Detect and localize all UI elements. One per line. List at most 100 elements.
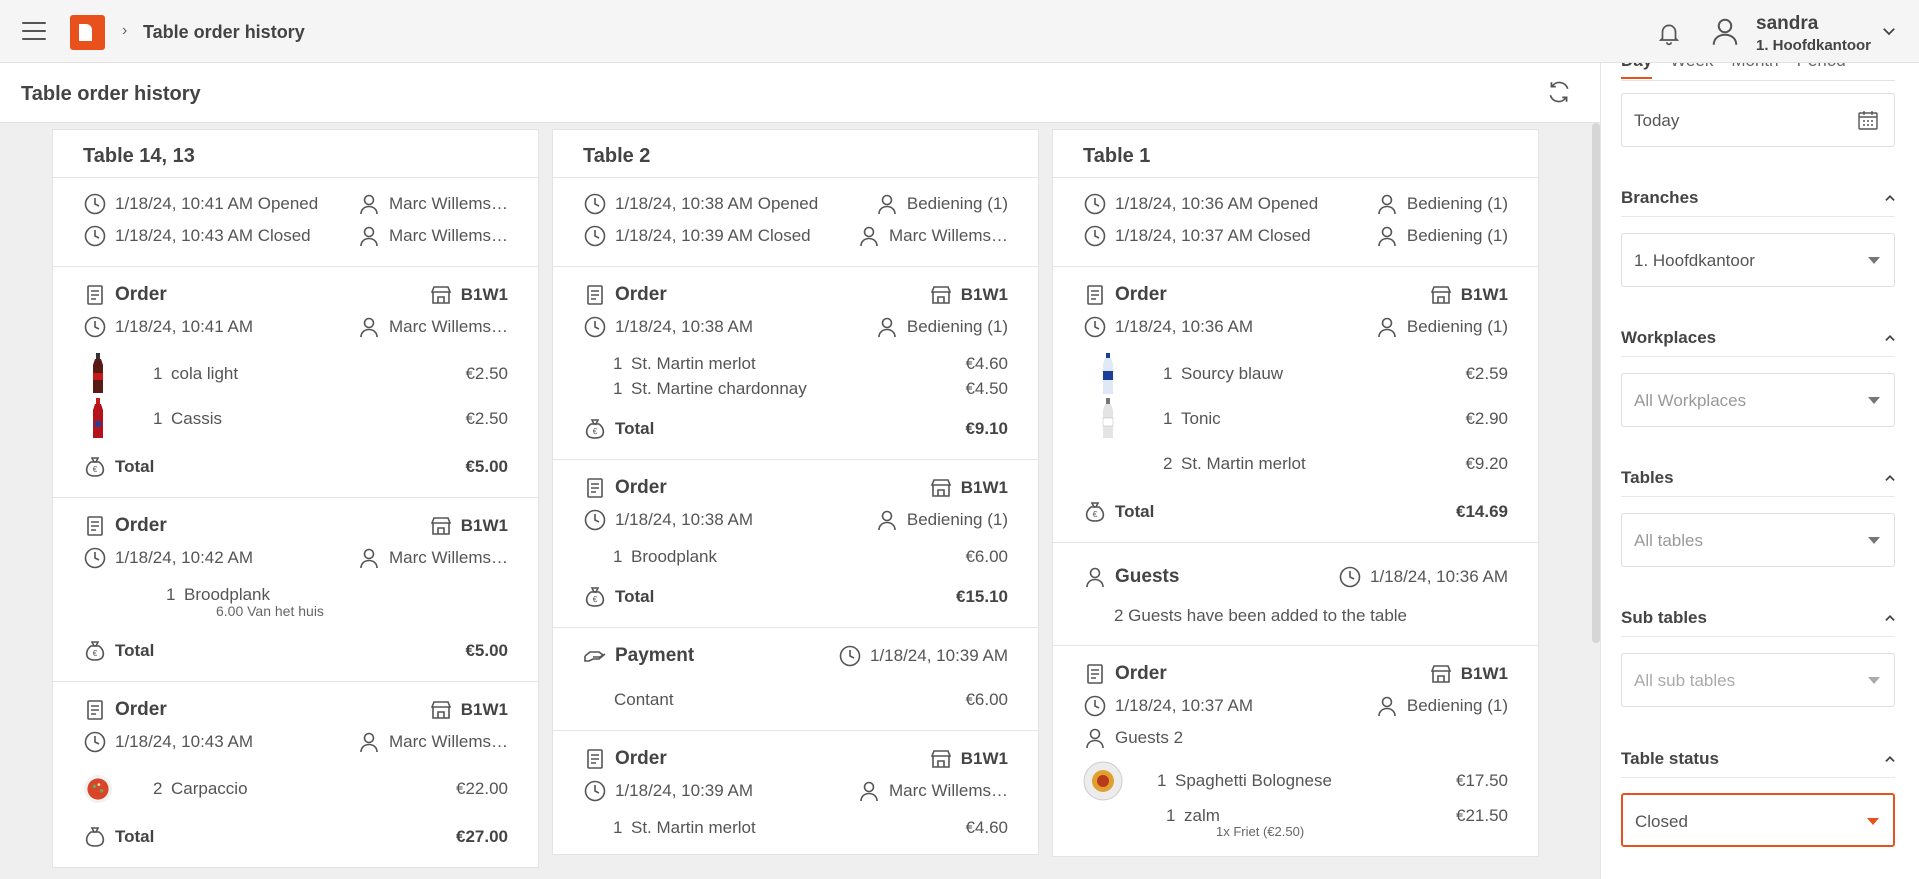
receipt-icon	[1083, 662, 1107, 686]
order-label: Order	[615, 477, 667, 498]
table-status-value: Closed	[1635, 812, 1688, 831]
opened-by: Bediening (1)	[906, 194, 1008, 213]
item-price: €4.60	[965, 817, 1008, 837]
bell-icon[interactable]	[1656, 20, 1682, 46]
caret-down-icon	[1868, 397, 1880, 404]
tables-select[interactable]: All tables	[1621, 513, 1895, 567]
money-bag-icon	[83, 825, 107, 849]
receipt-icon	[1083, 283, 1107, 307]
order-block[interactable]: Order B1W1 1/18/24, 10:38 AM Bediening (…	[553, 460, 1038, 628]
order-label: Order	[115, 284, 167, 305]
date-field[interactable]: Today	[1621, 93, 1895, 147]
chevron-up-icon[interactable]	[1883, 611, 1897, 625]
receipt-icon	[583, 283, 607, 307]
item-price: €9.20	[1465, 453, 1508, 473]
svg-text:€: €	[1093, 510, 1098, 519]
period-tabs: Day Week Month Period	[1621, 63, 1846, 79]
clock-icon	[583, 508, 607, 532]
user-icon	[857, 224, 881, 248]
scrollbar[interactable]	[1592, 123, 1600, 643]
item-price: €21.50	[1456, 805, 1508, 825]
caret-down-icon	[1868, 537, 1880, 544]
tab-month[interactable]: Month	[1731, 63, 1778, 79]
tab-week[interactable]: Week	[1670, 63, 1713, 79]
table-status-title: Table status	[1621, 749, 1719, 768]
chevron-up-icon[interactable]	[1883, 752, 1897, 766]
clock-icon	[838, 644, 862, 668]
branches-select[interactable]: 1. Hoofdkantoor	[1621, 233, 1895, 287]
item-qty: 1	[1163, 363, 1173, 383]
item-name: Spaghetti Bolognese	[1175, 770, 1332, 790]
order-item: 1 Spaghetti Bolognese €17.50	[1083, 758, 1508, 803]
order-block[interactable]: Order B1W1 1/18/24, 10:39 AM Marc Willem…	[553, 731, 1038, 854]
cola-bottle-icon	[83, 352, 113, 395]
closed-time: 1/18/24, 10:39 AM Closed	[615, 226, 811, 245]
chevron-up-icon[interactable]	[1883, 191, 1897, 205]
order-item: 2 Carpaccio €22.00	[83, 766, 508, 811]
closed-time: 1/18/24, 10:37 AM Closed	[1115, 226, 1311, 245]
user-icon	[357, 315, 381, 339]
clock-icon	[83, 192, 107, 216]
table-title: Table 14, 13	[53, 130, 538, 178]
calendar-icon[interactable]	[1856, 108, 1880, 132]
tab-period[interactable]: Period	[1797, 63, 1846, 79]
total-value: €14.69	[1456, 502, 1508, 521]
order-by: Bediening (1)	[1406, 696, 1508, 715]
order-block[interactable]: Order B1W1 1/18/24, 10:38 AM Bediening (…	[553, 267, 1038, 460]
table-status-select[interactable]: Closed	[1621, 793, 1895, 847]
opened-by: Marc Willems…	[389, 194, 508, 213]
breadcrumb-title[interactable]: Table order history	[143, 22, 305, 43]
guests-block[interactable]: Guests 1/18/24, 10:36 AM 2 Guests have b…	[1053, 543, 1538, 646]
item-qty: 1	[1166, 805, 1176, 825]
store-icon	[429, 514, 453, 538]
chevron-up-icon[interactable]	[1883, 331, 1897, 345]
guests-time: 1/18/24, 10:36 AM	[1370, 567, 1508, 586]
clock-icon	[83, 730, 107, 754]
order-by: Marc Willems…	[389, 317, 508, 336]
order-location: B1W1	[460, 516, 508, 535]
chevron-down-icon[interactable]	[1880, 22, 1898, 40]
user-name[interactable]: sandra	[1756, 13, 1818, 35]
order-block[interactable]: Order B1W1 1/18/24, 10:41 AM Marc Willem…	[53, 267, 538, 498]
order-block[interactable]: Order B1W1 1/18/24, 10:43 AM Marc Willem…	[53, 682, 538, 867]
divider	[1621, 356, 1895, 357]
order-item: 1 St. Martine chardonnay €4.50	[583, 376, 1008, 401]
item-qty: 1	[153, 408, 163, 428]
payment-block[interactable]: Payment 1/18/24, 10:39 AM Contant €6.00	[553, 628, 1038, 731]
item-qty: 1	[613, 546, 623, 566]
order-item: 1 St. Martin merlot €4.60	[583, 815, 1008, 840]
chevron-up-icon[interactable]	[1883, 471, 1897, 485]
order-by: Bediening (1)	[1406, 317, 1508, 336]
table-card: Table 2 1/18/24, 10:38 AM Opened Bedieni…	[552, 129, 1039, 855]
order-block[interactable]: Order B1W1 1/18/24, 10:42 AM Marc Willem…	[53, 498, 538, 682]
date-value: Today	[1634, 111, 1680, 130]
total-label: Total	[115, 641, 155, 660]
divider	[1621, 496, 1895, 497]
order-time: 1/18/24, 10:37 AM	[1115, 696, 1253, 715]
user-avatar-icon[interactable]	[1710, 16, 1740, 46]
app-logo[interactable]	[70, 15, 105, 50]
order-block[interactable]: Order B1W1 1/18/24, 10:36 AM Bediening (…	[1053, 267, 1538, 543]
refresh-icon[interactable]	[1546, 79, 1572, 105]
order-block[interactable]: Order B1W1 1/18/24, 10:37 AM Bediening (…	[1053, 646, 1538, 856]
item-price: €2.59	[1465, 363, 1508, 383]
receipt-icon	[83, 283, 107, 307]
workplaces-value: All Workplaces	[1634, 391, 1747, 410]
item-name: St. Martin merlot	[1181, 453, 1306, 473]
opened-by: Bediening (1)	[1406, 194, 1508, 213]
total-label: Total	[1115, 502, 1155, 521]
order-item: 1 cola light €2.50	[83, 351, 508, 396]
user-icon	[1375, 315, 1399, 339]
sub-tables-select[interactable]: All sub tables	[1621, 653, 1895, 707]
menu-icon[interactable]	[22, 22, 46, 42]
item-price: €2.90	[1465, 408, 1508, 428]
order-item: 1 St. Martin merlot €4.60	[583, 351, 1008, 376]
item-name: Broodplank	[631, 546, 718, 566]
workplaces-select[interactable]: All Workplaces	[1621, 373, 1895, 427]
divider	[1621, 777, 1895, 778]
clock-icon	[1083, 694, 1107, 718]
tab-day[interactable]: Day	[1621, 63, 1653, 79]
user-icon	[357, 224, 381, 248]
workplaces-title: Workplaces	[1621, 328, 1717, 347]
item-name: St. Martin merlot	[631, 817, 756, 837]
